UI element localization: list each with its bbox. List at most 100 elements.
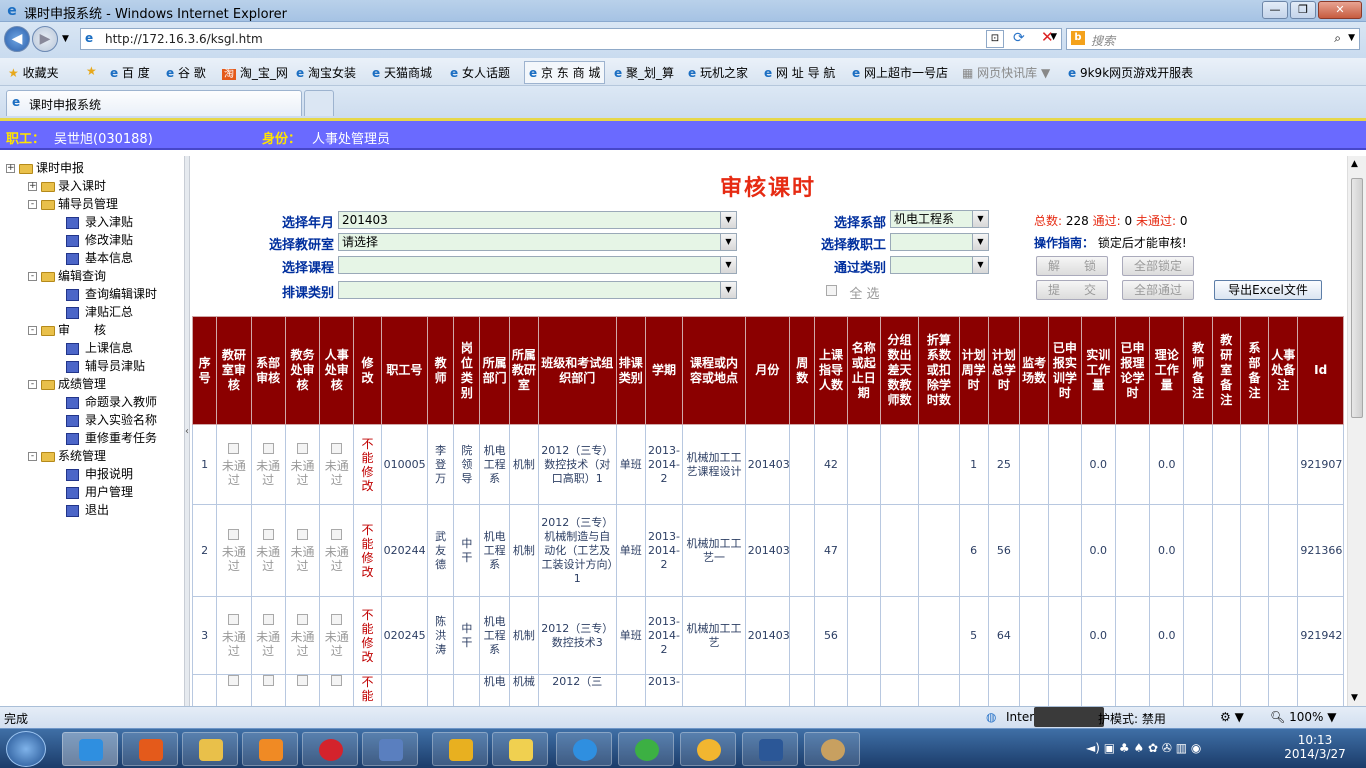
review-checkbox[interactable] — [296, 675, 308, 686]
scroll-up-icon[interactable]: ▲ — [1351, 159, 1358, 169]
cell-r4[interactable]: 未通过 — [319, 504, 355, 597]
review-checkbox[interactable] — [262, 442, 274, 454]
taskbar-player[interactable] — [302, 732, 358, 766]
review-checkbox[interactable] — [296, 613, 308, 625]
search-dropdown-icon[interactable]: ▼ — [1348, 33, 1355, 43]
taskbar-qq[interactable] — [680, 732, 736, 766]
taskbar-explorer[interactable] — [182, 732, 238, 766]
tree-folder[interactable]: - 成绩管理 — [28, 376, 106, 392]
tree-item[interactable]: 重修重考任务 — [66, 430, 157, 446]
collapse-icon[interactable]: - — [28, 326, 37, 335]
tree-item[interactable]: 用户管理 — [66, 484, 133, 500]
search-icon[interactable]: ⌕ — [1334, 31, 1341, 46]
tree-item[interactable]: 辅导员津贴 — [66, 358, 145, 374]
tree-item[interactable]: 上课信息 — [66, 340, 133, 356]
cell-r2[interactable]: 未通过 — [250, 596, 286, 675]
clock[interactable]: 10:13 2014/3/27 — [1282, 733, 1348, 761]
favorites-button[interactable]: ★ 收藏夹 — [8, 64, 59, 81]
new-tab-button[interactable] — [304, 90, 334, 116]
table-row[interactable]: 3 未通过 未通过 未通过 未通过 不能修改 020245 陈洪涛 中干 机电工程系 机制 2012（… — [191, 596, 1344, 675]
section-select[interactable]: 请选择 ▼ — [338, 233, 737, 251]
history-dropdown-icon[interactable]: ▼ — [62, 34, 69, 44]
tree-item[interactable]: 基本信息 — [66, 250, 133, 266]
review-checkbox[interactable] — [228, 528, 240, 540]
taskbar-browser[interactable] — [492, 732, 548, 766]
collapse-icon[interactable]: - — [28, 272, 37, 281]
tree-item[interactable]: 津贴汇总 — [66, 304, 133, 320]
cell-r3[interactable]: 未通过 — [284, 504, 321, 597]
tree-item[interactable]: 申报说明 — [66, 466, 133, 482]
tree-root[interactable]: + 课时申报 — [6, 160, 84, 176]
collapse-arrow-icon[interactable]: ‹ — [185, 426, 189, 437]
refresh-icon[interactable]: ⟳ — [1013, 30, 1025, 46]
pass-all-button[interactable]: 全部通过 — [1122, 280, 1194, 300]
review-checkbox[interactable] — [228, 613, 240, 625]
course-select[interactable]: ▼ — [338, 256, 737, 274]
taskbar-ie-active[interactable] — [62, 732, 118, 766]
tree-item[interactable]: 录入实验名称 — [66, 412, 157, 428]
taskbar-paint[interactable] — [804, 732, 860, 766]
review-checkbox[interactable] — [331, 613, 343, 625]
collapse-icon[interactable]: - — [28, 380, 37, 389]
review-checkbox[interactable] — [228, 675, 240, 686]
maximize-button[interactable]: ❐ — [1290, 1, 1316, 19]
review-checkbox[interactable] — [262, 675, 274, 686]
fav-item[interactable]: e 9k9k网页游戏开服表 — [1068, 64, 1193, 81]
tree-folder[interactable]: + 录入课时 — [28, 178, 106, 194]
vertical-scrollbar[interactable]: ▲ ▼ — [1347, 156, 1366, 706]
taskbar-taobao[interactable] — [122, 732, 178, 766]
taskbar-word[interactable] — [742, 732, 798, 766]
tray-icons[interactable]: ◄) ▣ ♣ ♠ ✿ ✇ ▥ ◉ — [1086, 741, 1201, 755]
fav-item[interactable]: e 女人话题 — [450, 64, 510, 81]
review-checkbox[interactable] — [331, 528, 343, 540]
fav-item[interactable]: e 网上超市一号店 — [852, 64, 948, 81]
tree-item[interactable]: 退出 — [66, 502, 109, 518]
export-excel-button[interactable]: 导出Excel文件 — [1214, 280, 1322, 300]
collapse-icon[interactable]: - — [28, 200, 37, 209]
tree-folder[interactable]: - 系统管理 — [28, 448, 106, 464]
add-favorite-icon[interactable]: ★ — [86, 64, 97, 78]
tab-active[interactable]: e 课时申报系统 — [6, 90, 302, 116]
submit-button[interactable]: 提 交 — [1036, 280, 1108, 300]
table-row[interactable]: 1 未通过 未通过 未通过 未通过 不能修改 010005 李登万 院领导 机电工程系 机制 2012… — [191, 424, 1344, 505]
back-icon[interactable]: ◀ — [4, 26, 30, 52]
unlock-button[interactable]: 解 锁 — [1036, 256, 1108, 276]
taskbar-remote[interactable] — [362, 732, 418, 766]
cell-r3[interactable]: 未通过 — [284, 596, 321, 675]
review-checkbox[interactable] — [331, 675, 343, 686]
review-checkbox[interactable] — [262, 528, 274, 540]
taskbar-media[interactable] — [242, 732, 298, 766]
tree-folder[interactable]: - 辅导员管理 — [28, 196, 118, 212]
start-button[interactable] — [6, 731, 46, 767]
fav-item[interactable]: e 聚_划_算 — [614, 64, 674, 81]
settings-icon[interactable]: ⚙ ▼ — [1220, 710, 1244, 724]
ime-toolbar[interactable] — [1034, 707, 1104, 727]
tree-item[interactable]: 查询编辑课时 — [66, 286, 157, 302]
tree-item[interactable]: 录入津贴 — [66, 214, 133, 230]
review-checkbox[interactable] — [228, 442, 240, 454]
select-all[interactable]: 全 选 — [826, 283, 880, 302]
review-checkbox[interactable] — [262, 613, 274, 625]
zoom-control[interactable]: 🔍︎ 100% ▼ — [1270, 710, 1336, 724]
cell-r3[interactable]: 未通过 — [284, 424, 321, 505]
fav-item[interactable]: e 百 度 — [110, 64, 150, 81]
review-checkbox[interactable] — [296, 528, 308, 540]
pass-type-select[interactable]: ▼ — [890, 256, 989, 274]
fav-item[interactable]: 淘 淘_宝_网 — [222, 64, 288, 81]
dept-select[interactable]: 机电工程系 ▼ — [890, 210, 989, 228]
scroll-thumb[interactable] — [1351, 178, 1363, 418]
expand-icon[interactable]: + — [6, 164, 15, 173]
stop-icon[interactable]: ✕ — [1041, 28, 1054, 46]
taskbar-ie[interactable] — [556, 732, 612, 766]
address-field[interactable]: e http://172.16.3.6/ksgl.htm ▼ — [80, 28, 1062, 50]
staff-select[interactable]: ▼ — [890, 233, 989, 251]
year-month-select[interactable]: 201403 ▼ — [338, 211, 737, 229]
lock-all-button[interactable]: 全部锁定 — [1122, 256, 1194, 276]
cell-r2[interactable]: 未通过 — [250, 424, 286, 505]
fav-item[interactable]: ▦ 网页快讯库 ▼ — [962, 64, 1050, 81]
tree-item[interactable]: 命题录入教师 — [66, 394, 157, 410]
cell-r1[interactable]: 未通过 — [216, 424, 252, 505]
taskbar-360[interactable] — [618, 732, 674, 766]
taskbar-app[interactable] — [432, 732, 488, 766]
review-checkbox[interactable] — [331, 442, 343, 454]
